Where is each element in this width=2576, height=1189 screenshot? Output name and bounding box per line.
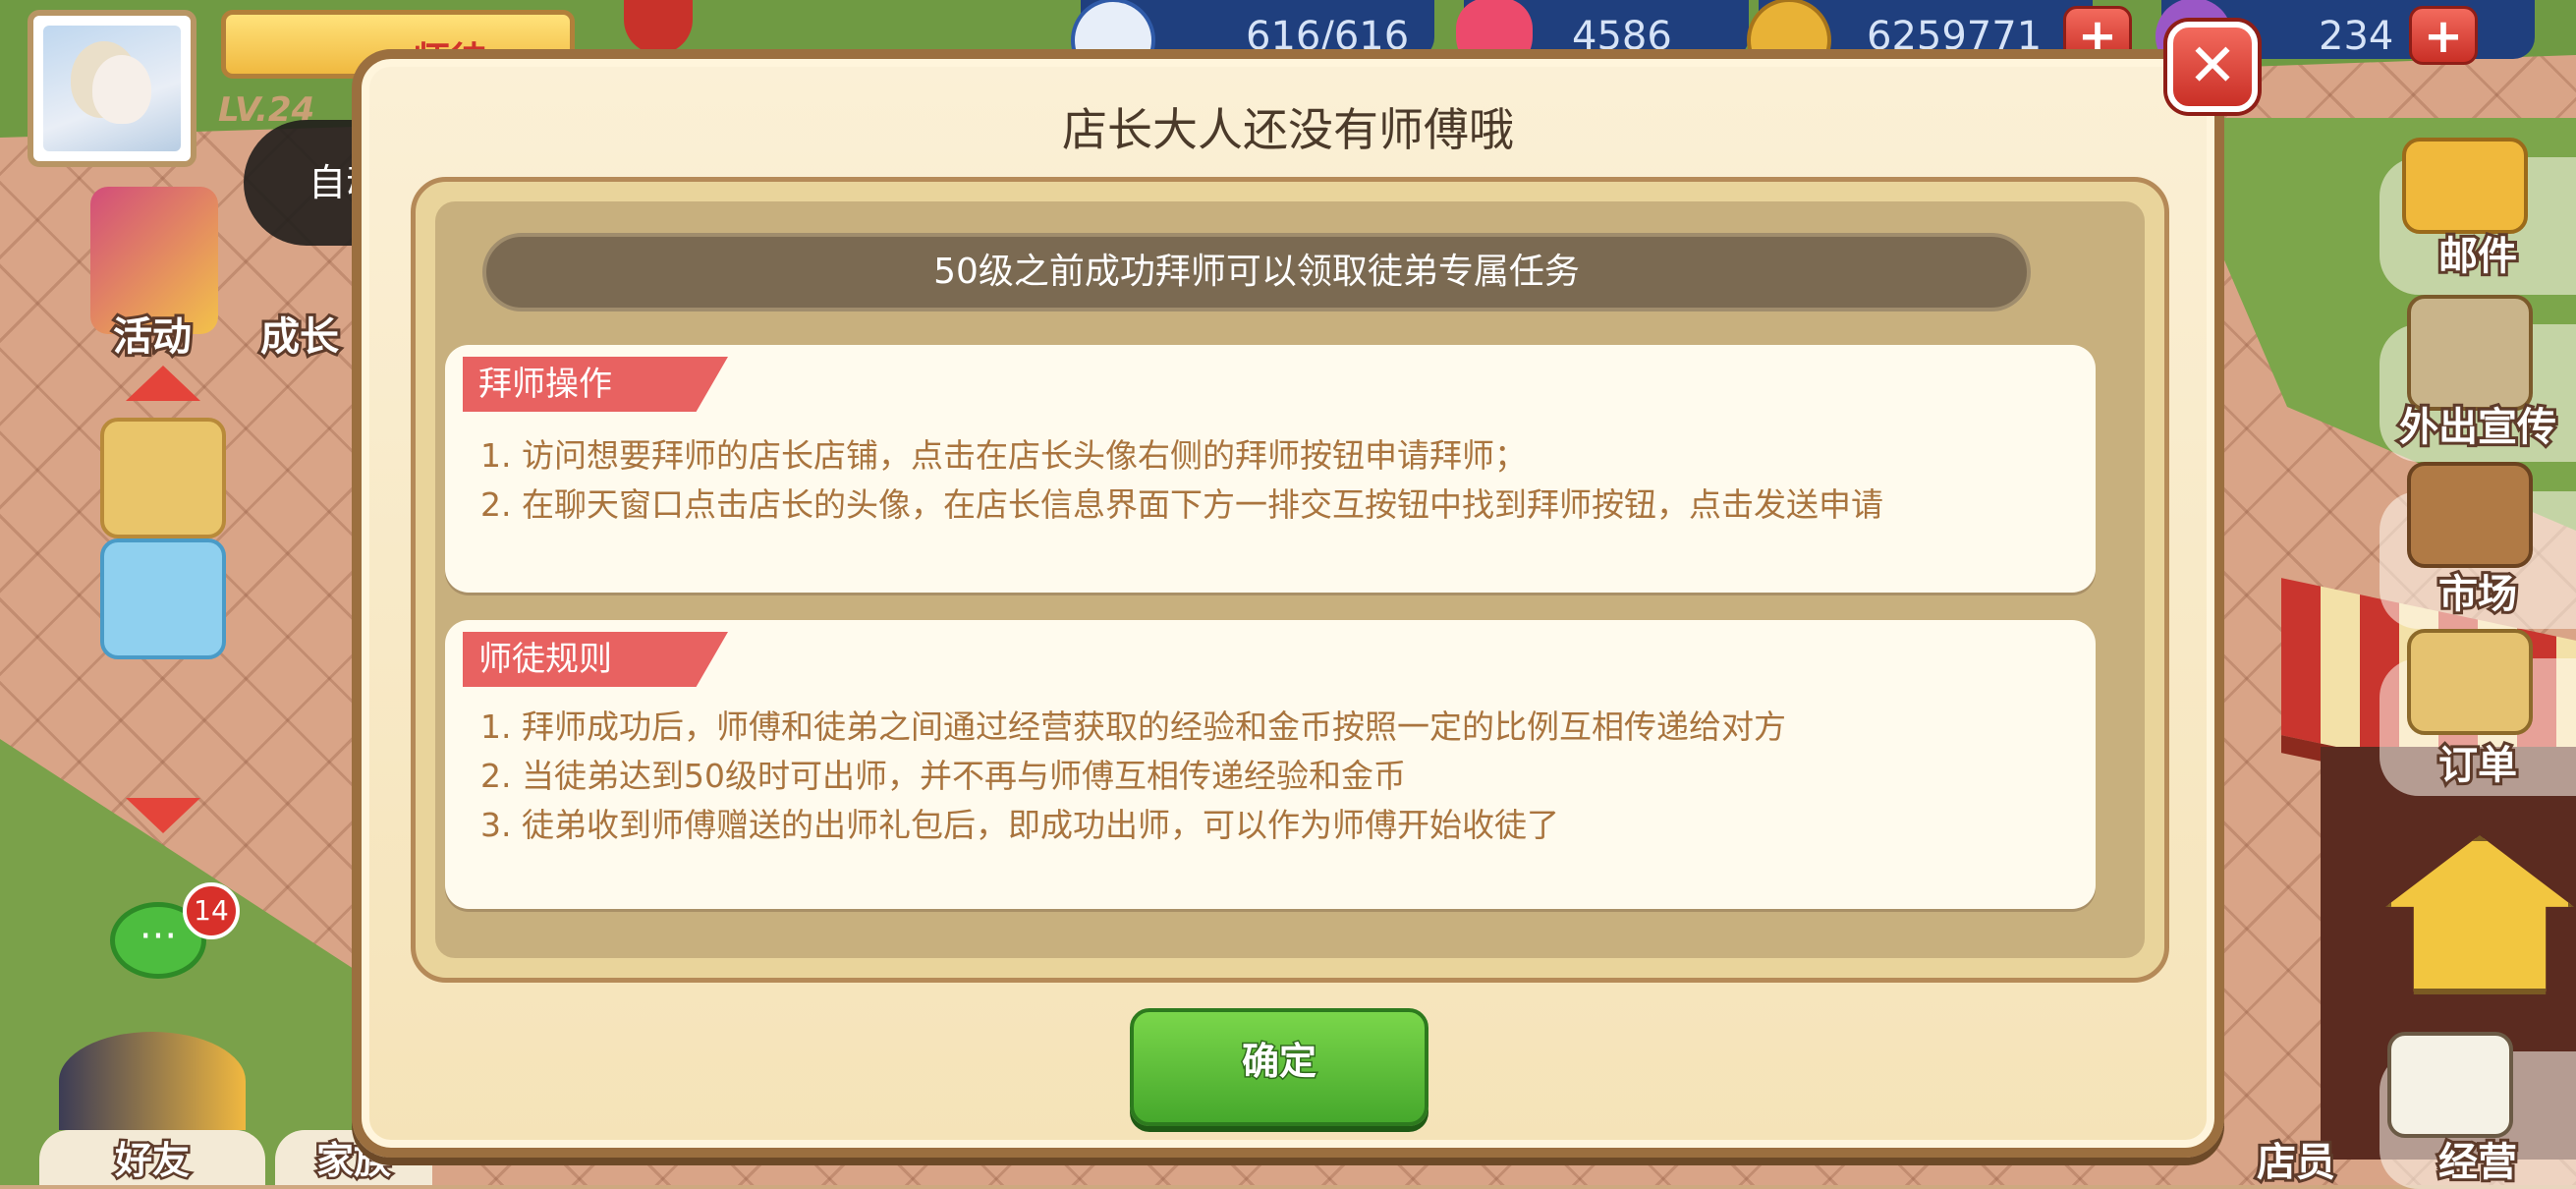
collapse-arrow-icon[interactable] bbox=[126, 366, 200, 401]
friends-label: 好友 bbox=[112, 1137, 192, 1185]
avatar-image bbox=[43, 26, 181, 151]
close-icon: ✕ bbox=[2187, 31, 2238, 100]
apprentice-step-1: 1. 访问想要拜师的店长店铺，点击在店长头像右侧的拜师按钮申请拜师； bbox=[480, 436, 1527, 475]
market-label[interactable]: 市场 bbox=[2380, 562, 2576, 620]
orders-label[interactable]: 订单 bbox=[2380, 733, 2576, 791]
mentor-rules-card: 师徒规则 1. 拜师成功后，师傅和徒弟之间通过经营获取的经验和金币按照一定的比例… bbox=[445, 620, 2096, 909]
mail-label[interactable]: 邮件 bbox=[2380, 224, 2576, 282]
dialog-title: 店长大人还没有师傅哦 bbox=[1062, 103, 1514, 156]
mentor-rules-tag: 师徒规则 bbox=[463, 632, 728, 687]
dialog-content-frame: 50级之前成功拜师可以领取徒弟专属任务 拜师操作 1. 访问想要拜师的店长店铺，… bbox=[411, 177, 2169, 983]
apprentice-steps-tag: 拜师操作 bbox=[463, 357, 728, 412]
activity-label[interactable]: 活动 bbox=[88, 305, 216, 363]
apprentice-steps-card: 拜师操作 1. 访问想要拜师的店长店铺，点击在店长头像右侧的拜师按钮申请拜师； … bbox=[445, 345, 2096, 593]
character-portrait-icon[interactable] bbox=[100, 538, 226, 659]
mentor-rule-1: 1. 拜师成功后，师傅和徒弟之间通过经营获取的经验和金币按照一定的比例互相传递给… bbox=[480, 708, 1786, 746]
close-button[interactable]: ✕ bbox=[2167, 22, 2258, 112]
staff-label[interactable]: 店员 bbox=[2232, 1130, 2360, 1188]
chat-badge: 14 bbox=[183, 882, 240, 939]
confirm-button[interactable]: 确定 bbox=[1130, 1008, 1428, 1126]
friends-icon bbox=[59, 1032, 246, 1130]
map-icon[interactable] bbox=[2407, 295, 2533, 411]
notepad-icon[interactable] bbox=[2387, 1032, 2513, 1138]
gift-icon[interactable] bbox=[100, 418, 226, 538]
mentor-rule-3: 3. 徒弟收到师傅赠送的出师礼包后，即成功出师，可以作为师傅开始收徒了 bbox=[480, 806, 1559, 844]
delivery-scooter-icon[interactable] bbox=[2407, 629, 2533, 735]
gems-value: 234 bbox=[2319, 14, 2394, 59]
promo-label[interactable]: 外出宣传 bbox=[2380, 395, 2576, 453]
mentor-rule-2: 2. 当徒弟达到50级时可出师，并不再与师傅互相传递经验和金币 bbox=[480, 757, 1406, 795]
expand-arrow-icon[interactable] bbox=[126, 798, 200, 833]
mentor-dialog: 店长大人还没有师傅哦 50级之前成功拜师可以领取徒弟专属任务 拜师操作 1. 访… bbox=[352, 49, 2224, 1158]
mailbox-icon[interactable] bbox=[2402, 138, 2528, 234]
growth-label[interactable]: 成长 bbox=[246, 305, 354, 363]
reward-banner: 50级之前成功拜师可以领取徒弟专属任务 bbox=[482, 233, 2031, 311]
add-gems-button[interactable]: + bbox=[2409, 6, 2478, 65]
friends-tab[interactable]: 好友 bbox=[39, 1130, 265, 1185]
apprentice-step-2: 2. 在聊天窗口点击店长的头像，在店长信息界面下方一排交互按钮中找到拜师按钮，点… bbox=[480, 485, 1883, 524]
manage-label[interactable]: 经营 bbox=[2380, 1130, 2576, 1188]
player-avatar[interactable] bbox=[28, 10, 196, 167]
basket-icon[interactable] bbox=[2407, 462, 2533, 568]
